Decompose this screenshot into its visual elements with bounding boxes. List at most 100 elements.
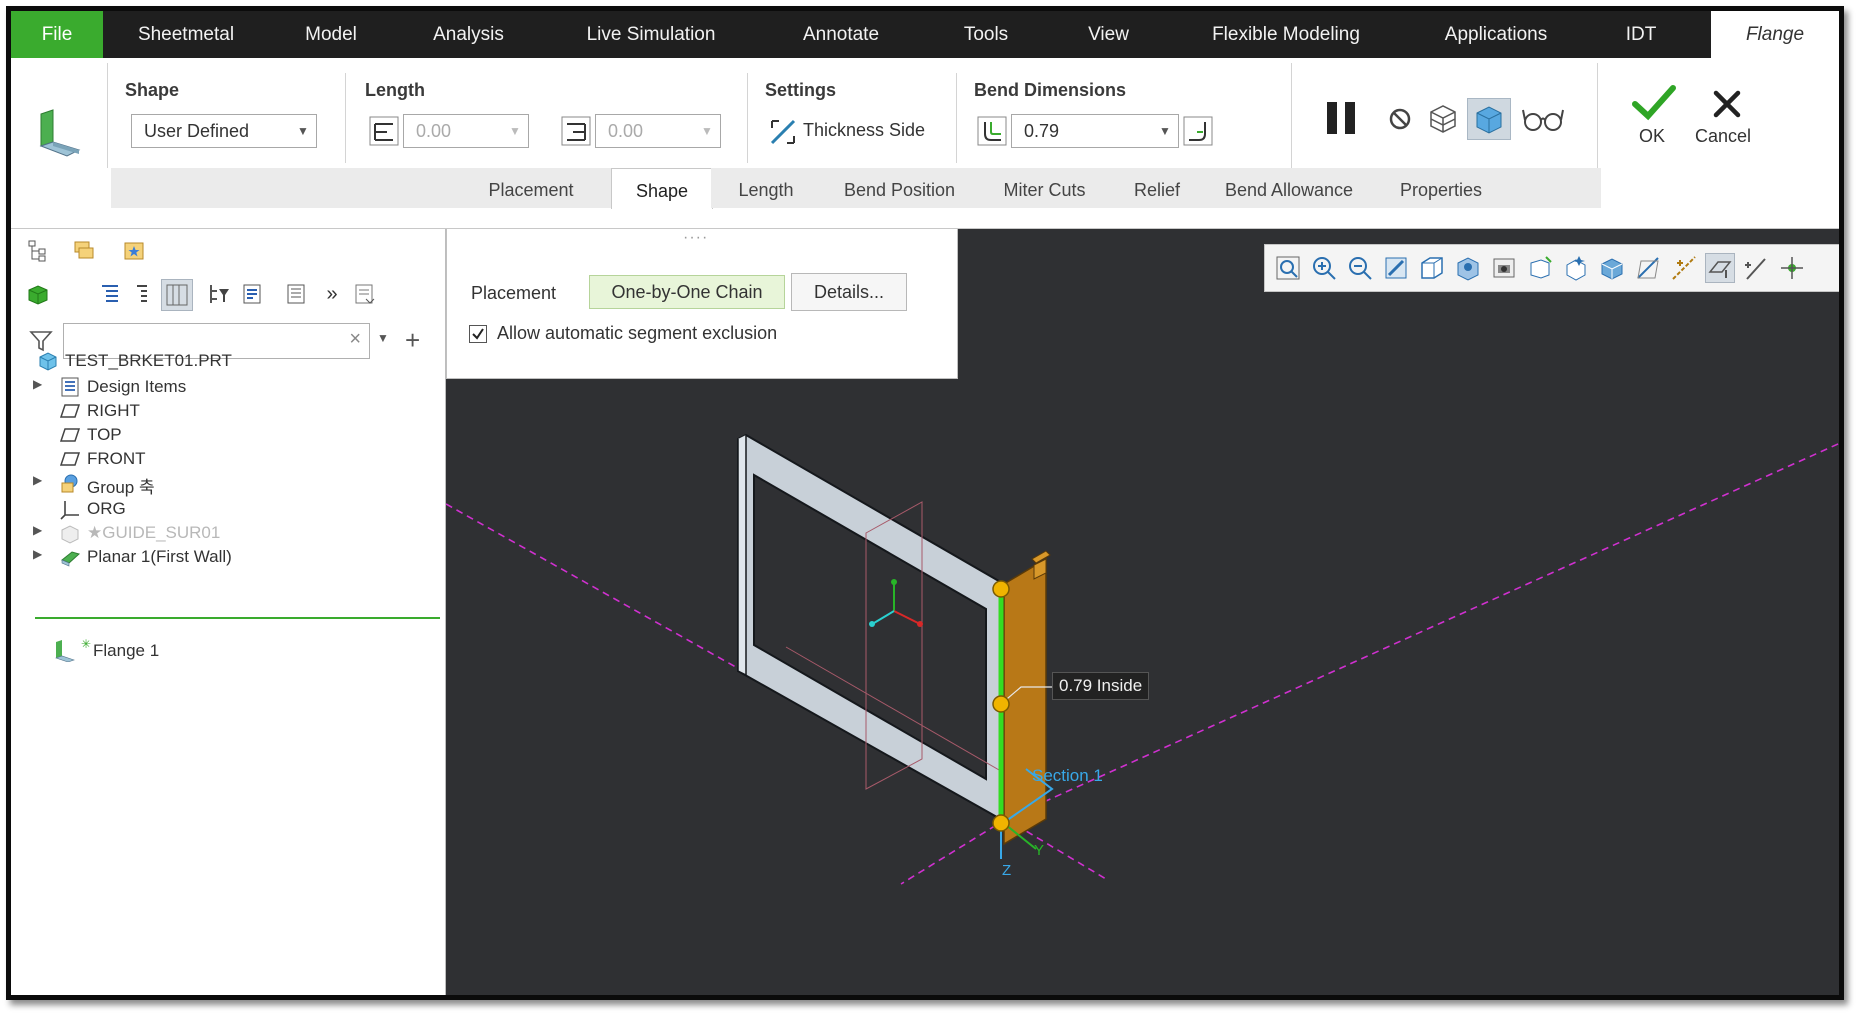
expand-all-icon[interactable]: [97, 281, 123, 307]
tree-node-label: Flange 1: [93, 641, 160, 660]
add-filter-icon[interactable]: +: [405, 325, 420, 356]
tab-file[interactable]: File: [11, 11, 103, 58]
show-options-icon[interactable]: [283, 281, 309, 307]
shape-dropdown[interactable]: User Defined ▼: [131, 114, 317, 148]
ok-button[interactable]: OK: [1623, 84, 1683, 148]
drag-handle[interactable]: [992, 695, 1010, 713]
tab-annotate[interactable]: Annotate: [771, 11, 911, 58]
length-value-2[interactable]: 0.00 ▼: [595, 114, 721, 148]
verify-glasses-icon[interactable]: [1521, 104, 1565, 134]
zoom-in-icon[interactable]: [1309, 253, 1339, 283]
length-group-label: Length: [365, 80, 425, 100]
perspective-icon[interactable]: [1525, 253, 1555, 283]
clear-icon[interactable]: ×: [349, 328, 361, 351]
subtab-length[interactable]: Length: [711, 168, 822, 208]
shaded-preview-icon[interactable]: [1467, 98, 1511, 140]
favorites-tab-icon[interactable]: [121, 237, 147, 263]
dimension-tag[interactable]: 0.79 Inside: [1052, 672, 1150, 700]
subtab-placement[interactable]: Placement: [451, 168, 612, 208]
tab-applications[interactable]: Applications: [1411, 11, 1581, 58]
subtab-miter-cuts[interactable]: Miter Cuts: [978, 168, 1112, 208]
tree-filter-icon[interactable]: [207, 281, 233, 307]
spin-center-icon[interactable]: [1561, 253, 1591, 283]
chevron-down-icon[interactable]: ▼: [377, 331, 389, 345]
length-value-1[interactable]: 0.00 ▼: [403, 114, 529, 148]
shape-value: User Defined: [144, 121, 250, 141]
tab-view[interactable]: View: [1056, 11, 1161, 58]
tree-node-label: TOP: [87, 425, 122, 444]
tab-idt[interactable]: IDT: [1601, 11, 1681, 58]
tree-settings-icon[interactable]: [239, 281, 265, 307]
panel-grip[interactable]: ····: [683, 229, 708, 247]
tab-flange[interactable]: Flange: [1711, 11, 1839, 58]
drag-handle[interactable]: [992, 814, 1010, 832]
view-manager-icon[interactable]: [1489, 253, 1519, 283]
datum-plane-edge: [900, 818, 1007, 885]
length-type-2-icon[interactable]: [561, 116, 591, 146]
ribbon-tab-bar: File Sheetmetal Model Analysis Live Simu…: [11, 11, 1839, 58]
layers-tab-icon[interactable]: [71, 237, 97, 263]
auto-exclusion-checkbox[interactable]: [469, 325, 487, 343]
plane-display-icon[interactable]: [1633, 253, 1663, 283]
subtab-shape[interactable]: Shape: [611, 168, 713, 209]
display-style-icon[interactable]: [1417, 253, 1447, 283]
tree-menu-icon[interactable]: [351, 281, 377, 307]
subtab-bend-allowance[interactable]: Bend Allowance: [1203, 168, 1376, 208]
tree-node-label: FRONT: [87, 449, 146, 468]
chain-collector[interactable]: One-by-One Chain: [589, 275, 785, 309]
axis-display-icon[interactable]: [1669, 253, 1699, 283]
separator: [345, 73, 346, 163]
expand-arrow-icon[interactable]: ▶: [33, 473, 42, 487]
point-display-icon[interactable]: [1705, 253, 1735, 283]
placement-panel: ···· Placement One-by-One Chain Details.…: [446, 229, 958, 379]
subtab-properties[interactable]: Properties: [1375, 168, 1508, 208]
graphics-toolbar: [1264, 244, 1839, 292]
more-tools-icon[interactable]: »: [319, 281, 345, 307]
mesh-preview-icon[interactable]: [1425, 102, 1461, 136]
subtab-bend-position[interactable]: Bend Position: [821, 168, 979, 208]
repaint-icon[interactable]: [1381, 253, 1411, 283]
saved-orientations-icon[interactable]: [1453, 253, 1483, 283]
model-tree-panel: » × ▼ + TEST_BRKET01.PRT ▶ Design Items RIG…: [11, 229, 446, 995]
bend-radius-type-icon[interactable]: [977, 116, 1007, 146]
pause-icon[interactable]: [1321, 98, 1361, 138]
axis-y-label: Y: [1034, 842, 1044, 859]
length-type-1-icon[interactable]: [369, 116, 399, 146]
tab-live-simulation[interactable]: Live Simulation: [556, 11, 746, 58]
tree-columns-icon[interactable]: [161, 279, 193, 311]
datum-plane-icon: [59, 448, 81, 470]
checkmark-icon: [472, 328, 484, 340]
separator: [1291, 63, 1292, 173]
tab-tools[interactable]: Tools: [931, 11, 1041, 58]
expand-arrow-icon[interactable]: ▶: [33, 523, 42, 537]
model-tree-tab-icon[interactable]: [25, 237, 51, 263]
csys-point: [869, 621, 875, 627]
expand-arrow-icon[interactable]: ▶: [33, 547, 42, 561]
annotation-display-icon[interactable]: [1597, 253, 1627, 283]
drag-handle[interactable]: [992, 580, 1010, 598]
part-display-icon[interactable]: [25, 281, 51, 307]
no-preview-icon[interactable]: [1385, 104, 1415, 134]
expand-arrow-icon[interactable]: ▶: [33, 377, 42, 391]
tab-flexible-modeling[interactable]: Flexible Modeling: [1181, 11, 1391, 58]
refit-icon[interactable]: [1273, 253, 1303, 283]
subtab-spacer: [1507, 168, 1601, 208]
cancel-button[interactable]: Cancel: [1687, 84, 1767, 148]
new-feature-marker: ✳: [81, 637, 92, 651]
tree-node-label: ★GUIDE_SUR01: [87, 523, 221, 542]
tab-analysis[interactable]: Analysis: [401, 11, 536, 58]
collapse-all-icon[interactable]: [129, 281, 155, 307]
details-button[interactable]: Details...: [791, 273, 907, 311]
bend-radius-side-icon[interactable]: [1183, 116, 1213, 146]
separator: [1597, 63, 1598, 173]
subtab-relief[interactable]: Relief: [1111, 168, 1204, 208]
tree-node-label: TEST_BRKET01.PRT: [65, 351, 232, 370]
spin-center-display-icon[interactable]: [1777, 253, 1807, 283]
bend-radius-input[interactable]: 0.79 ▼: [1011, 114, 1179, 148]
csys-display-icon[interactable]: [1741, 253, 1771, 283]
graphics-viewport[interactable]: Section 1 Y Z 0.79 Inside ···· Placement…: [446, 229, 1839, 995]
zoom-out-icon[interactable]: [1345, 253, 1375, 283]
tab-model[interactable]: Model: [276, 11, 386, 58]
tab-sheetmetal[interactable]: Sheetmetal: [111, 11, 261, 58]
chevron-down-icon: ▼: [509, 124, 521, 138]
